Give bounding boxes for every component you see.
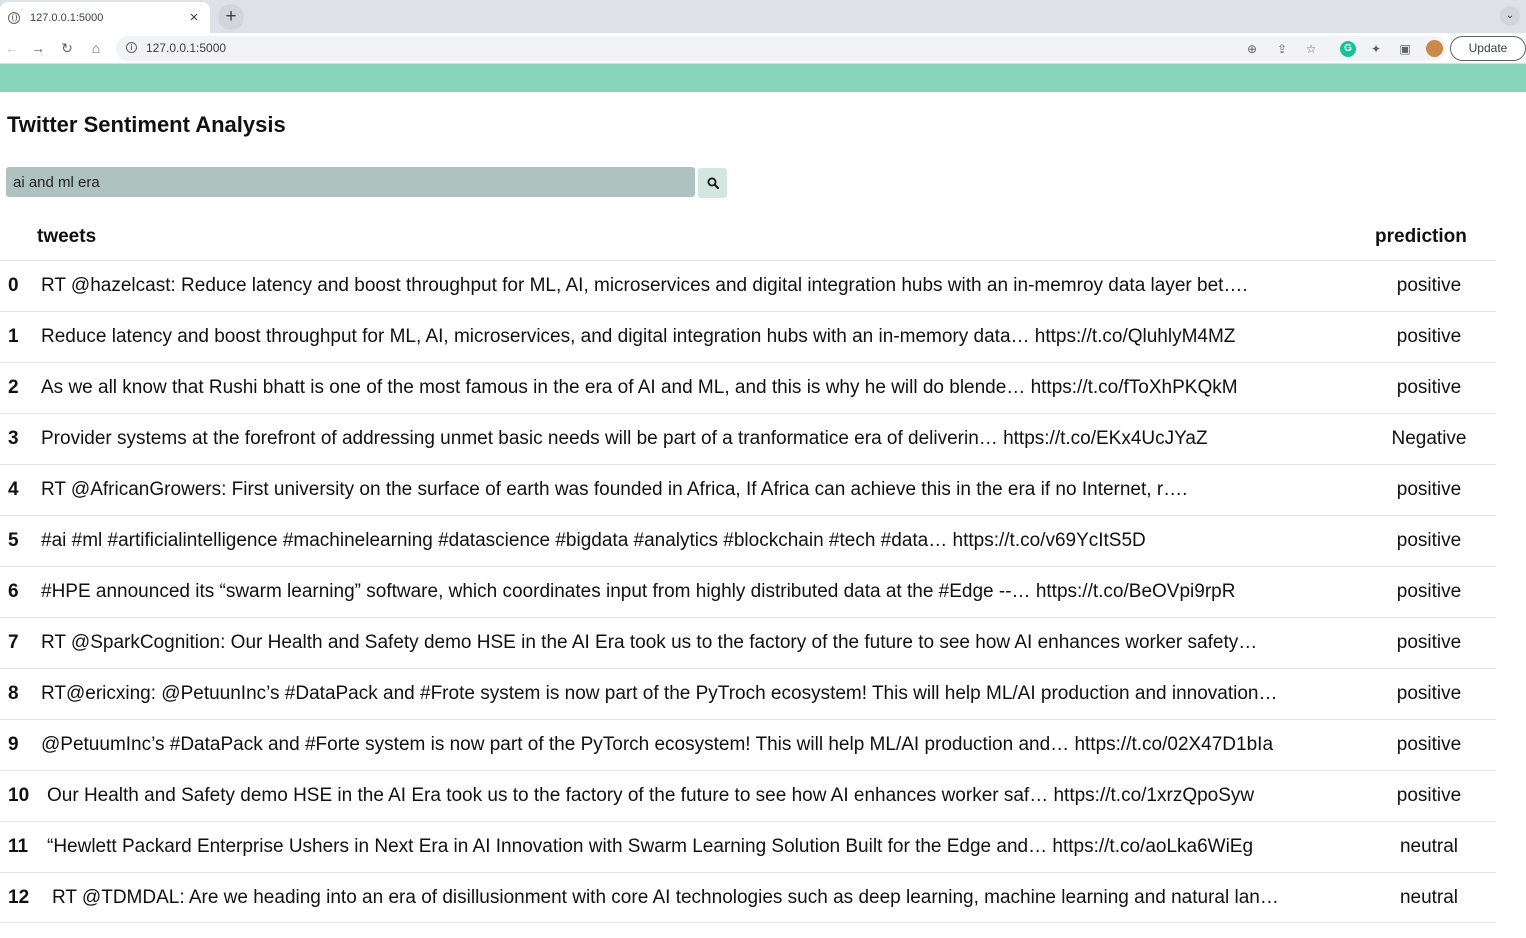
table-row: 12 RT @TDMDAL: Are we heading into an er… (0, 872, 1496, 923)
row-index: 0 (8, 275, 19, 296)
row-index: 2 (8, 377, 19, 398)
prediction-label: positive (1396, 683, 1462, 704)
tweet-text: Our Health and Safety demo HSE in the AI… (47, 785, 1255, 806)
grammarly-icon[interactable]: G (1340, 41, 1356, 57)
search-button[interactable] (698, 168, 727, 198)
tweet-text: #HPE announced its “swarm learning” soft… (41, 581, 1236, 602)
tweet-text: As we all know that Rushi bhatt is one o… (41, 377, 1238, 398)
side-panel-icon[interactable]: ▣ (1397, 41, 1413, 57)
tweet-text: “Hewlett Packard Enterprise Ushers in Ne… (47, 836, 1254, 857)
prediction-label: neutral (1399, 836, 1459, 857)
row-index: 11 (8, 836, 29, 857)
table-row: 3 Provider systems at the forefront of a… (0, 413, 1496, 464)
browser-tab-strip: 127.0.0.1:5000 × + ⌄ (0, 0, 1526, 33)
search-input[interactable] (6, 167, 695, 197)
prediction-label: positive (1396, 326, 1462, 347)
chevron-down-icon[interactable]: ⌄ (1500, 6, 1520, 26)
tweet-text: #ai #ml #artificialintelligence #machine… (41, 530, 1146, 551)
forward-icon[interactable]: → (28, 38, 48, 58)
prediction-label: positive (1396, 530, 1462, 551)
tweet-text: RT @SparkCognition: Our Health and Safet… (41, 632, 1258, 653)
prediction-label: positive (1396, 275, 1462, 296)
top-banner (0, 64, 1526, 92)
home-icon[interactable]: ⌂ (86, 38, 106, 58)
table-row: 9 @PetuumInc’s #DataPack and #Forte syst… (0, 719, 1496, 770)
tweet-text: Provider systems at the forefront of add… (41, 428, 1208, 449)
tweet-text: RT@ericxing: @PetuunInc’s #DataPack and … (41, 683, 1278, 704)
tweet-text: RT @TDMDAL: Are we heading into an era o… (52, 887, 1279, 908)
prediction-label: positive (1396, 377, 1462, 398)
tweet-text: RT @hazelcast: Reduce latency and boost … (41, 275, 1248, 296)
column-header-tweets: tweets (37, 226, 97, 247)
address-url[interactable]: 127.0.0.1:5000 (146, 41, 226, 55)
browser-toolbar: ← → ↻ ⌂ i 127.0.0.1:5000 ⊕ ⇪ ☆ G ✦ ▣ Upd… (0, 33, 1526, 64)
row-index: 4 (8, 479, 19, 500)
table-row: 0 RT @hazelcast: Reduce latency and boos… (0, 260, 1496, 311)
table-row: 1 Reduce latency and boost throughput fo… (0, 311, 1496, 362)
row-index: 5 (8, 530, 19, 551)
prediction-label: positive (1396, 734, 1462, 755)
reload-icon[interactable]: ↻ (57, 38, 77, 58)
row-index: 7 (8, 632, 19, 653)
row-index: 6 (8, 581, 19, 602)
tweet-text: Reduce latency and boost throughput for … (41, 326, 1236, 347)
results-table: 0 RT @hazelcast: Reduce latency and boos… (0, 260, 1496, 923)
tab-title: 127.0.0.1:5000 (30, 11, 104, 24)
table-row: 7 RT @SparkCognition: Our Health and Saf… (0, 617, 1496, 668)
extensions-puzzle-icon[interactable]: ✦ (1368, 41, 1384, 57)
table-row: 5 #ai #ml #artificialintelligence #machi… (0, 515, 1496, 566)
prediction-label: positive (1396, 581, 1462, 602)
tweet-text: RT @AfricanGrowers: First university on … (41, 479, 1188, 500)
prediction-label: positive (1396, 479, 1462, 500)
row-index: 1 (8, 326, 19, 347)
table-row: 11 “Hewlett Packard Enterprise Ushers in… (0, 821, 1496, 872)
row-index: 12 (8, 887, 30, 908)
profile-avatar[interactable] (1426, 40, 1443, 57)
page-title: Twitter Sentiment Analysis (7, 112, 286, 137)
new-tab-button[interactable]: + (218, 4, 244, 30)
bookmark-star-icon[interactable]: ☆ (1303, 41, 1319, 57)
back-icon[interactable]: ← (2, 38, 22, 58)
update-button[interactable]: Update (1450, 36, 1526, 61)
globe-icon (8, 11, 20, 24)
browser-tab[interactable]: 127.0.0.1:5000 × (0, 2, 210, 33)
tweet-text: @PetuumInc’s #DataPack and #Forte system… (41, 734, 1274, 755)
search-icon (707, 177, 719, 189)
table-row: 4 RT @AfricanGrowers: First university o… (0, 464, 1496, 515)
site-info-icon[interactable]: i (126, 42, 137, 53)
prediction-label: neutral (1399, 887, 1459, 908)
table-row: 6 #HPE announced its “swarm learning” so… (0, 566, 1496, 617)
close-icon[interactable]: × (186, 9, 202, 26)
table-row: 10 Our Health and Safety demo HSE in the… (0, 770, 1496, 821)
table-row: 8 RT@ericxing: @PetuunInc’s #DataPack an… (0, 668, 1496, 719)
prediction-label: Negative (1391, 428, 1467, 449)
column-header-prediction: prediction (1375, 226, 1467, 247)
row-index: 9 (8, 734, 19, 755)
zoom-icon[interactable]: ⊕ (1244, 41, 1260, 57)
share-icon[interactable]: ⇪ (1274, 41, 1290, 57)
row-index: 3 (8, 428, 19, 449)
prediction-label: positive (1396, 632, 1462, 653)
row-index: 10 (8, 785, 30, 806)
prediction-label: positive (1396, 785, 1462, 806)
row-index: 8 (8, 683, 19, 704)
address-bar[interactable]: i 127.0.0.1:5000 ⊕ ⇪ ☆ (116, 36, 1446, 61)
table-row: 2 As we all know that Rushi bhatt is one… (0, 362, 1496, 413)
